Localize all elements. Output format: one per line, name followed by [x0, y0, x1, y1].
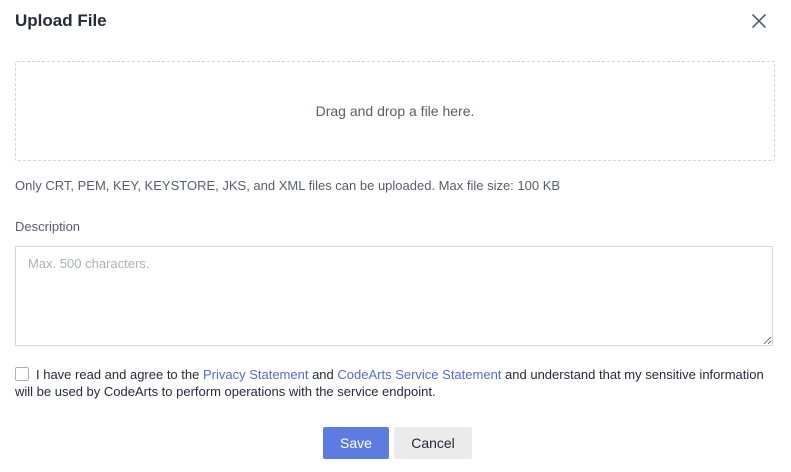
- agreement-middle: and: [308, 367, 338, 382]
- dialog-title: Upload File: [15, 11, 107, 30]
- save-button[interactable]: Save: [323, 427, 389, 459]
- agreement-checkbox[interactable]: [15, 367, 29, 381]
- privacy-statement-link[interactable]: Privacy Statement: [203, 367, 309, 382]
- service-statement-link[interactable]: CodeArts Service Statement: [337, 367, 501, 382]
- agreement-prefix: I have read and agree to the: [36, 367, 203, 382]
- close-icon: [752, 14, 766, 28]
- upload-file-dialog: Upload File Drag and drop a file here. O…: [0, 0, 791, 472]
- agreement-text: I have read and agree to the Privacy Sta…: [15, 366, 775, 400]
- dropzone-text: Drag and drop a file here.: [315, 103, 475, 119]
- file-dropzone[interactable]: Drag and drop a file here.: [15, 61, 775, 161]
- close-button[interactable]: [749, 11, 769, 31]
- file-type-hint: Only CRT, PEM, KEY, KEYSTORE, JKS, and X…: [15, 178, 561, 193]
- description-label: Description: [15, 219, 81, 234]
- description-input[interactable]: [15, 246, 773, 346]
- cancel-button[interactable]: Cancel: [394, 427, 472, 459]
